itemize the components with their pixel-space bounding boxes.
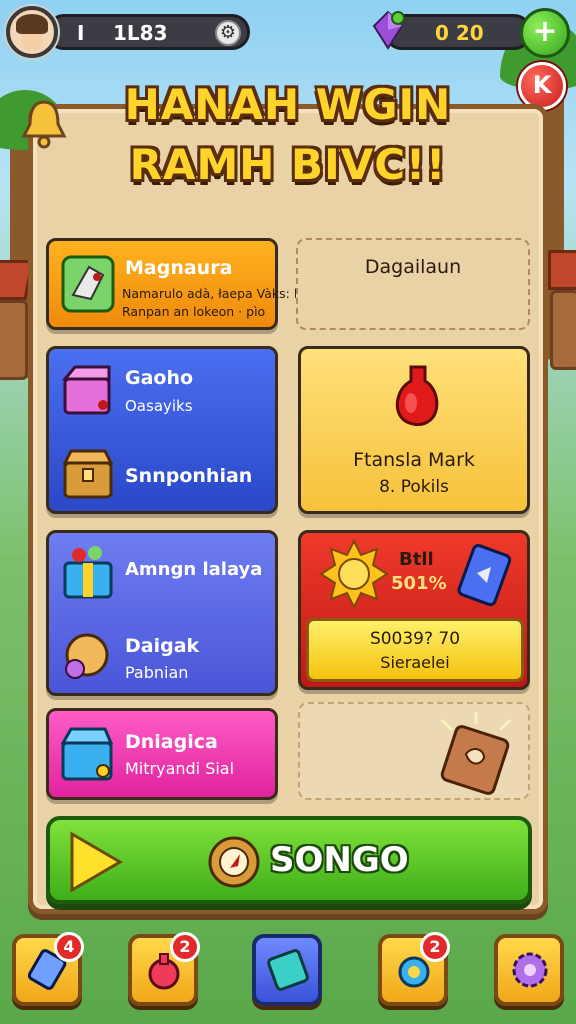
- player-label: I: [77, 21, 85, 45]
- hut: [550, 290, 576, 370]
- coins-value: 0 20: [435, 21, 484, 45]
- chest-icon: [61, 365, 111, 415]
- potion-icon: [395, 365, 439, 426]
- hut: [0, 300, 28, 380]
- page-title-line1: HANAH WGIN: [124, 80, 452, 129]
- book-icon: [267, 949, 309, 991]
- gift-icon: [63, 546, 113, 599]
- card-subtitle: 8. Pokils: [379, 477, 449, 497]
- nav-badge: 4: [54, 932, 84, 962]
- bottom-nav: 4 2 2: [0, 932, 576, 1014]
- card-second-title: Snnponhian: [125, 465, 253, 487]
- play-triangle-icon: [70, 831, 123, 893]
- compass-icon: [65, 633, 109, 679]
- player-level-pill[interactable]: I 1L83 ⚙: [46, 14, 250, 50]
- chest-icon: [62, 449, 114, 499]
- hut-roof: [548, 250, 576, 290]
- card-title: Dagailaun: [364, 256, 462, 278]
- card-amngn[interactable]: Amngn lalaya Daigak Pabnian: [46, 530, 278, 696]
- play-button[interactable]: SONGO: [46, 816, 532, 904]
- chest-icon: [60, 727, 114, 781]
- gem-icon: [372, 10, 405, 50]
- card-book[interactable]: [298, 702, 530, 800]
- offer-button-label: Sieraelei: [380, 653, 450, 672]
- offer-percent: 501%: [391, 573, 447, 594]
- avatar[interactable]: [6, 6, 58, 58]
- card-gaoho[interactable]: Gaoho Oasayiks Snnponhian: [46, 346, 278, 514]
- card-title: Ftansla Mark: [353, 449, 475, 471]
- nav-book[interactable]: [252, 934, 322, 1006]
- card-title: Magnaura: [125, 257, 233, 279]
- sun-coin-icon: [319, 539, 389, 609]
- card-subtitle: Mitryandi Sial: [125, 759, 235, 778]
- level-value: 1L83: [113, 21, 168, 45]
- nav-badge: 2: [420, 932, 450, 962]
- card-second-title: Daigak: [125, 635, 200, 657]
- card-subtitle: Oasayiks: [125, 397, 193, 415]
- card-title: Gaoho: [125, 367, 194, 389]
- play-button-label: SONGO: [270, 840, 409, 880]
- top-bar: I 1L83 ⚙ 0 20 +: [6, 6, 570, 58]
- card-second-subtitle: Pabnian: [125, 663, 189, 682]
- card-title: Dniagica: [125, 731, 218, 753]
- nav-potion[interactable]: 2: [128, 932, 200, 1006]
- dragon-icon: [61, 255, 115, 313]
- offer-buy-button[interactable]: S0039? 70 Sieraelei: [306, 618, 524, 682]
- gear-icon[interactable]: ⚙: [215, 20, 241, 46]
- add-coins-button[interactable]: +: [520, 8, 570, 58]
- card-dagailaun[interactable]: Dagailaun: [296, 238, 530, 330]
- gear-icon: [512, 952, 548, 988]
- card-dniagica[interactable]: Dniagica Mitryandi Sial: [46, 708, 278, 800]
- avatar-hair: [16, 14, 48, 34]
- card-icon: [457, 544, 512, 607]
- compass-icon: [208, 836, 260, 888]
- nav-cards[interactable]: 4: [12, 932, 84, 1006]
- page-title-line2: RAMH BIVC!!: [129, 140, 447, 189]
- nav-quest[interactable]: 2: [378, 932, 450, 1006]
- offer-label: Btll: [399, 549, 434, 570]
- book-icon: [440, 712, 512, 795]
- nav-settings[interactable]: [494, 934, 564, 1006]
- nav-badge: 2: [170, 932, 200, 962]
- offer-price: S0039? 70: [369, 629, 461, 649]
- plus-icon: +: [532, 14, 558, 49]
- card-ftansla-mark[interactable]: Ftansla Mark 8. Pokils: [298, 346, 530, 514]
- card-subtitle: Ranpan an lokeon · pìo: [122, 304, 266, 319]
- card-title: Amngn lalaya: [125, 559, 263, 580]
